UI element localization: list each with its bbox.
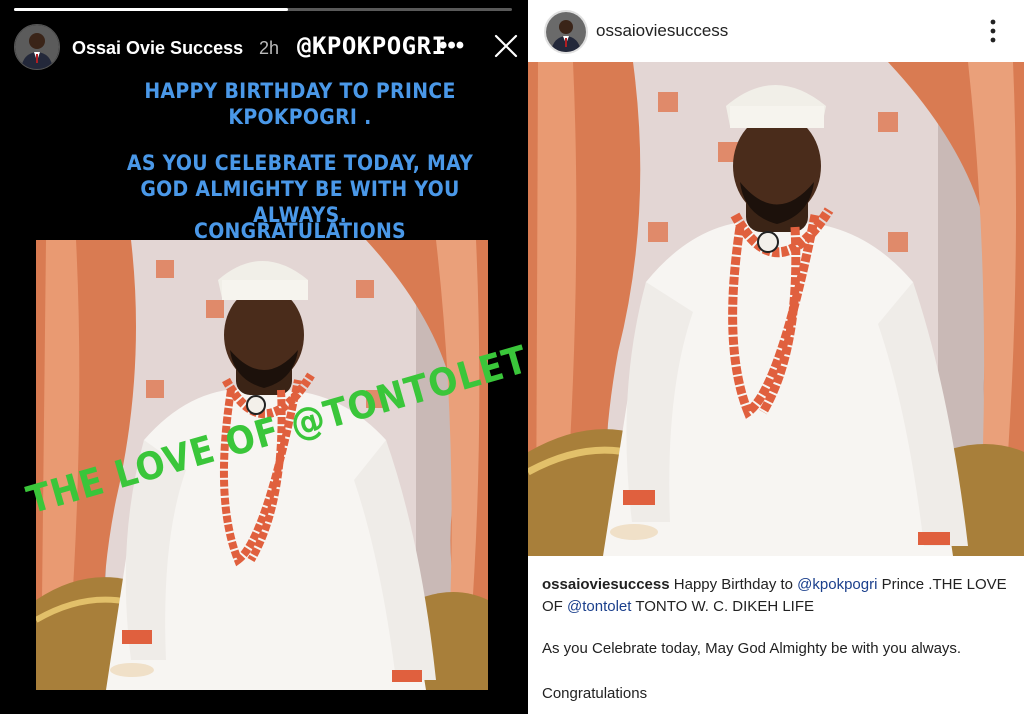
post-header: ossaioviesuccess [528, 0, 1024, 62]
post-caption: ossaioviesuccess Happy Birthday to @kpok… [542, 574, 1012, 618]
story-mention-sticker[interactable]: @KPOKPOGRI [297, 32, 447, 60]
more-options-icon[interactable]: ••• [439, 32, 464, 60]
post-username[interactable]: ossaioviesuccess [596, 21, 728, 41]
caption-mention-kpokpogri[interactable]: @kpokpogri [797, 576, 877, 593]
caption-wish: As you Celebrate today, May God Almighty… [542, 640, 962, 657]
close-icon[interactable] [494, 34, 518, 58]
story-text-wish: AS YOU CELEBRATE TODAY, MAY GOD ALMIGHTY… [126, 151, 474, 227]
caption-text: TONTO W. C. DIKEH LIFE [635, 598, 814, 615]
instagram-post: ossaioviesuccess ossaioviesuccess Happy … [528, 0, 1024, 714]
story-progress-bar [14, 8, 512, 11]
story-text-greeting: HAPPY BIRTHDAY TO PRINCE KPOKPOGRI . [144, 79, 456, 129]
story-username[interactable]: Ossai Ovie Success [72, 38, 243, 59]
story-timestamp: 2h [259, 38, 280, 58]
story-header: Ossai Ovie Success 2h @KPOKPOGRI ••• [14, 22, 518, 70]
caption-mention-tontolet[interactable]: @tontolet [567, 598, 631, 615]
post-photo[interactable] [528, 62, 1024, 556]
caption-text: Happy Birthday to [673, 576, 793, 593]
caption-username[interactable]: ossaioviesuccess [542, 576, 670, 593]
vertical-ellipsis-icon[interactable] [986, 18, 1000, 44]
avatar[interactable] [544, 10, 588, 54]
story-viewer: Ossai Ovie Success 2h @KPOKPOGRI ••• HAP… [0, 0, 528, 714]
story-progress-fill [14, 8, 288, 11]
caption-congratulations: Congratulations [542, 685, 648, 702]
avatar[interactable] [14, 24, 60, 70]
